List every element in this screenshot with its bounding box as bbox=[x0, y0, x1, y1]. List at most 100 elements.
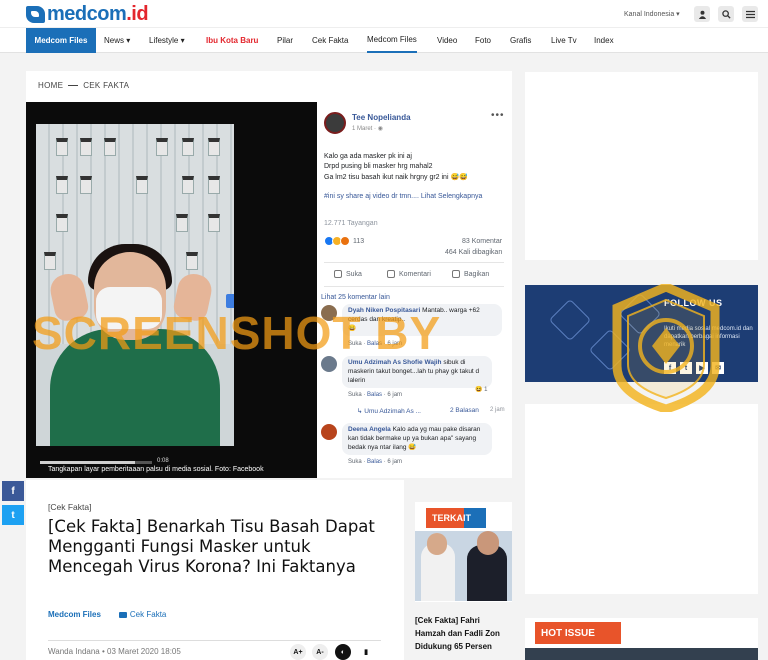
video-frame bbox=[36, 124, 234, 446]
fb-reactions[interactable]: 113 bbox=[324, 236, 364, 246]
breadcrumb-section[interactable]: CEK FAKTA bbox=[83, 81, 129, 90]
fb-share-label: Bagikan bbox=[464, 270, 490, 278]
nav-medcom-files[interactable]: Medcom Files bbox=[367, 28, 417, 53]
top-bar: medcom.id Kanal Indonesia ▾ bbox=[0, 0, 768, 27]
product-package bbox=[56, 214, 68, 232]
facebook-share-button[interactable]: f bbox=[2, 481, 24, 501]
article-meta: Medcom Files Cek Fakta bbox=[48, 610, 166, 619]
fb-like-button[interactable]: Suka bbox=[334, 270, 362, 278]
fb-like-label: Suka bbox=[346, 270, 362, 278]
reply-time: 2 jam bbox=[490, 407, 505, 413]
comment-meta: Suka · Balas · 6 jam bbox=[348, 392, 402, 398]
nav-cek-fakta[interactable]: Cek Fakta bbox=[312, 28, 348, 53]
comment-icon bbox=[387, 270, 395, 278]
menu-icon[interactable] bbox=[742, 6, 758, 22]
fb-comment-label: Komentari bbox=[399, 270, 431, 278]
share-icon bbox=[452, 270, 460, 278]
user-icon[interactable] bbox=[694, 6, 710, 22]
reply-count[interactable]: 2 Balasan bbox=[450, 407, 479, 414]
comment-like-action[interactable]: Suka · bbox=[348, 392, 367, 398]
product-package bbox=[104, 138, 116, 156]
video-player[interactable] bbox=[26, 102, 317, 478]
logo-suffix: .id bbox=[126, 2, 149, 25]
main-nav: Medcom Files News ▾ Lifestyle ▾ Ibu Kota… bbox=[0, 27, 768, 53]
video-progress-bar[interactable] bbox=[40, 461, 152, 464]
more-comments-link[interactable]: Lihat 25 komentar lain bbox=[321, 294, 390, 301]
article-kicker: [Cek Fakta] bbox=[48, 502, 92, 512]
fb-comment-button[interactable]: Komentari bbox=[387, 270, 431, 278]
product-package bbox=[136, 176, 148, 194]
reply-thread[interactable]: ↳ Umu Adzimah As ... bbox=[357, 407, 421, 415]
comment-reply-link[interactable]: Balas bbox=[367, 459, 382, 465]
commenter-name[interactable]: Deena Angela bbox=[348, 426, 391, 433]
video-caption: Tangkapan layar pemberitaaan palsu di me… bbox=[48, 466, 264, 473]
product-package bbox=[44, 252, 56, 270]
comment-time: · 6 jam bbox=[382, 392, 403, 398]
product-package bbox=[208, 138, 220, 156]
fb-shares-count[interactable]: 464 Kali dibagikan bbox=[445, 249, 502, 256]
medcom-logo[interactable]: medcom.id bbox=[26, 2, 149, 25]
nav-pilar[interactable]: Pilar bbox=[277, 28, 293, 53]
commenter-name[interactable]: Umu Adzimah As Shofie Wajih bbox=[348, 359, 442, 366]
nav-grafis[interactable]: Grafis bbox=[510, 28, 531, 53]
nav-index[interactable]: Index bbox=[594, 28, 614, 53]
nav-live-tv[interactable]: Live Tv bbox=[551, 28, 577, 53]
product-package bbox=[186, 252, 198, 270]
terkait-caption[interactable]: [Cek Fakta] Fahri Hamzah dan Fadli Zon D… bbox=[415, 614, 512, 653]
comment-reply-link[interactable]: Balas bbox=[367, 392, 382, 398]
product-package bbox=[56, 176, 68, 194]
bookmark-button[interactable]: ▮ bbox=[358, 644, 374, 660]
terkait-label: TERKAIT bbox=[426, 508, 486, 528]
medcom-logo-icon bbox=[26, 5, 45, 23]
font-increase-button[interactable]: A+ bbox=[290, 644, 306, 660]
divider bbox=[324, 262, 504, 263]
screenshot-watermark: SCREENSHOT BY bbox=[32, 307, 442, 359]
wow-reaction-icon bbox=[340, 236, 350, 246]
breadcrumb-home[interactable]: HOME bbox=[38, 81, 63, 90]
article-channel-link[interactable]: Medcom Files bbox=[48, 610, 101, 619]
hot-issue-image[interactable] bbox=[525, 648, 758, 660]
fb-comments-count[interactable]: 83 Komentar bbox=[462, 238, 502, 245]
facebook-post: Tee Nopelianda 1 Maret · ◉ ••• Kalo ga a… bbox=[317, 102, 512, 478]
article-tag-link[interactable]: Cek Fakta bbox=[118, 610, 167, 619]
product-package bbox=[182, 138, 194, 156]
nav-lifestyle[interactable]: Lifestyle ▾ bbox=[149, 28, 185, 53]
terkait-image[interactable] bbox=[415, 531, 512, 601]
product-package bbox=[208, 176, 220, 194]
article-title: [Cek Fakta] Benarkah Tisu Basah Dapat Me… bbox=[48, 517, 375, 576]
breadcrumb: HOME CEK FAKTA bbox=[38, 81, 129, 90]
fb-date-text: 1 Maret · bbox=[352, 126, 378, 132]
more-options-icon[interactable]: ••• bbox=[491, 110, 505, 121]
article-tag-label: Cek Fakta bbox=[129, 610, 167, 619]
fb-hashtag-line[interactable]: #ini sy share aj video dr tmn.... Lihat … bbox=[324, 193, 482, 200]
hot-issue-label: HOT ISSUE bbox=[535, 622, 621, 644]
folder-icon bbox=[118, 611, 127, 618]
nav-video[interactable]: Video bbox=[437, 28, 457, 53]
nav-news[interactable]: News ▾ bbox=[104, 28, 130, 53]
product-package bbox=[182, 176, 194, 194]
search-icon[interactable] bbox=[718, 6, 734, 22]
nav-ibu-kota-baru[interactable]: Ibu Kota Baru bbox=[206, 28, 258, 53]
comment-like-action[interactable]: Suka · bbox=[348, 459, 367, 465]
product-package bbox=[80, 138, 92, 156]
person-right-face bbox=[477, 531, 499, 555]
fb-avatar[interactable] bbox=[324, 112, 346, 134]
article-author-date: Wanda Indana • 03 Maret 2020 18:05 bbox=[48, 647, 181, 656]
video-time: 0:08 bbox=[157, 458, 169, 464]
commenter-avatar[interactable] bbox=[321, 424, 337, 440]
dark-mode-button[interactable]: ◐ bbox=[335, 644, 351, 660]
video-progress-fill bbox=[40, 461, 135, 464]
fb-author-name[interactable]: Tee Nopelianda bbox=[352, 113, 411, 122]
font-decrease-button[interactable]: A- bbox=[312, 644, 328, 660]
nav-medcom-files-home[interactable]: Medcom Files bbox=[26, 28, 96, 53]
facebook-icon: f bbox=[11, 485, 15, 497]
product-package bbox=[56, 138, 68, 156]
fb-share-button[interactable]: Bagikan bbox=[452, 270, 489, 278]
nav-foto[interactable]: Foto bbox=[475, 28, 491, 53]
product-package bbox=[156, 138, 168, 156]
fb-text-line: Kalo ga ada masker pk ini aj bbox=[324, 153, 412, 160]
reply-author: Umu Adzimah As ... bbox=[364, 408, 421, 415]
twitter-share-button[interactable]: t bbox=[2, 505, 24, 525]
kanal-dropdown[interactable]: Kanal Indonesia ▾ bbox=[624, 10, 680, 18]
fb-text-line: Drpd pusing bli masker hrg mahal2 bbox=[324, 163, 433, 170]
